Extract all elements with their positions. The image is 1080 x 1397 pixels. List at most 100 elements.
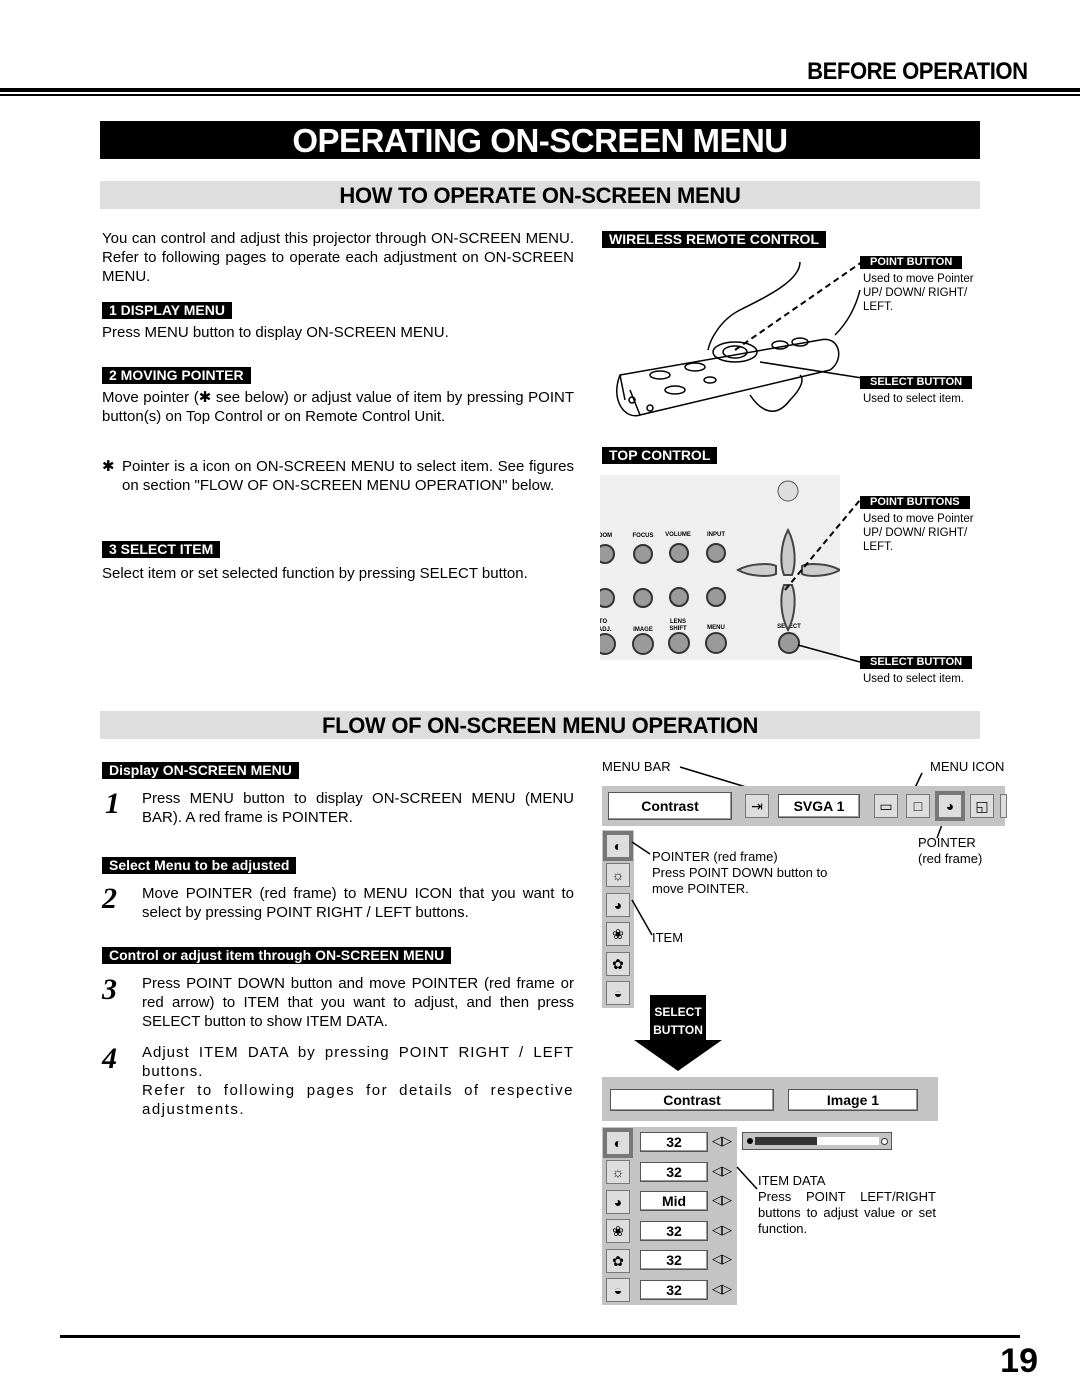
- pointer-item-callout: POINTER (red frame): [652, 849, 778, 864]
- color-temp-icon[interactable]: ◕: [606, 893, 630, 917]
- step-text-select-item: Select item or set selected function by …: [102, 565, 528, 582]
- flow-step-4-text: Adjust ITEM DATA by pressing POINT RIGHT…: [142, 1044, 574, 1080]
- item-data-list: ◐ ☼ ◕ ❀ ✿ ◒ 32 32 Mid 32 32 32 ◁▷ ◁▷ ◁▷ …: [602, 1127, 737, 1305]
- step-label-moving-pointer: 2 MOVING POINTER: [102, 367, 251, 384]
- remote-select-button-desc: Used to select item.: [863, 393, 964, 405]
- item-value-contrast: 32: [640, 1132, 708, 1152]
- header-rule-thin: [0, 94, 1080, 96]
- svg-text:SHIFT: SHIFT: [669, 626, 687, 632]
- input-icon[interactable]: ⇥: [745, 794, 769, 818]
- top-point-buttons-desc: Used to move Pointer UP/ DOWN/ RIGHT/ LE…: [863, 513, 974, 553]
- select-button-arrow-text: SELECT BUTTON: [653, 1005, 703, 1037]
- step-number-1: 1: [105, 787, 120, 820]
- adjust-arrows-icon[interactable]: ◁▷: [712, 1133, 732, 1149]
- item-value-tint: 32: [640, 1250, 708, 1270]
- step-label-display-menu: 1 DISPLAY MENU: [102, 302, 232, 319]
- label-zoom: OOM: [600, 533, 612, 539]
- color-temp-icon[interactable]: ◕: [606, 1190, 630, 1214]
- page-title: OPERATING ON-SCREEN MENU: [100, 121, 980, 159]
- pointer-callout: POINTER (red frame): [918, 835, 982, 867]
- intro-text: You can control and adjust this projecto…: [102, 230, 574, 285]
- asterisk-icon: ✱: [102, 458, 115, 475]
- submenu-item-name: Contrast: [610, 1089, 774, 1111]
- flow-label-select-menu: Select Menu to be adjusted: [102, 857, 297, 874]
- pointer-callout-text: POINTER (red frame): [918, 835, 983, 866]
- pointer-item-desc: Press POINT DOWN button to move POINTER.: [652, 865, 828, 896]
- contrast-icon[interactable]: ◐: [603, 1128, 633, 1158]
- remote-point-button-desc: Used to move Pointer UP/ DOWN/ RIGHT/ LE…: [863, 273, 974, 313]
- top-select-button-label: SELECT BUTTON: [860, 656, 973, 669]
- color-icon[interactable]: ❀: [606, 922, 630, 946]
- item-data-desc: Press POINT LEFT/RIGHT buttons to adjust…: [758, 1189, 936, 1236]
- label-image: IMAGE: [633, 627, 653, 633]
- flow-step-4-note: Refer to following pages for details of …: [142, 1082, 574, 1118]
- remote-select-button-label: SELECT BUTTON: [860, 376, 973, 389]
- color-icon[interactable]: ❀: [606, 1219, 630, 1243]
- flow-step-2-text: Move POINTER (red frame) to MENU ICON th…: [142, 885, 574, 921]
- contrast-icon[interactable]: ◐: [603, 831, 633, 861]
- item-callout: ITEM: [652, 930, 684, 945]
- image-select-icon[interactable]: ◱: [970, 794, 994, 818]
- page-number: 19: [1000, 1342, 1038, 1380]
- step-number-3: 3: [102, 973, 117, 1006]
- submenu-bar: Contrast Image 1: [602, 1077, 938, 1121]
- tint-icon[interactable]: ✿: [606, 952, 630, 976]
- value-slider[interactable]: [742, 1132, 892, 1150]
- flow-label-display: Display ON-SCREEN MENU: [102, 762, 299, 779]
- label-lens: LENS: [670, 619, 686, 625]
- brightness-icon[interactable]: ☼: [606, 863, 630, 887]
- slider-min-dot: [747, 1138, 753, 1144]
- item-value-color: 32: [640, 1221, 708, 1241]
- flow-label-control: Control or adjust item through ON-SCREEN…: [102, 947, 452, 964]
- flow-step-3-text: Press POINT DOWN button and move POINTER…: [142, 975, 574, 1030]
- slider-max-dot: [881, 1138, 888, 1145]
- sharpness-icon[interactable]: ◒: [606, 1278, 630, 1302]
- slider-fill: [755, 1137, 817, 1145]
- step-label-select-item: 3 SELECT ITEM: [102, 541, 221, 558]
- label-auto: TO: [600, 619, 607, 625]
- section-title-how-to: HOW TO OPERATE ON-SCREEN MENU: [100, 181, 980, 209]
- adjust-arrows-icon[interactable]: ◁▷: [712, 1281, 732, 1297]
- image-adjust-icon[interactable]: ◕: [935, 791, 965, 821]
- section-header: BEFORE OPERATION: [807, 58, 1029, 85]
- more-icon[interactable]: [1000, 794, 1007, 818]
- menu-bar: Contrast ⇥ SVGA 1 ▭ □ ◕ ◱: [602, 786, 1007, 826]
- item-value-sharpness: 32: [640, 1280, 708, 1300]
- point-left-button: [736, 563, 777, 577]
- adjust-arrows-icon[interactable]: ◁▷: [712, 1192, 732, 1208]
- adjust-arrows-icon[interactable]: ◁▷: [712, 1251, 732, 1267]
- step-text-display-menu: Press MENU button to display ON-SCREEN M…: [102, 324, 449, 341]
- flow-step-1-text: Press MENU button to display ON-SCREEN M…: [142, 790, 574, 826]
- pointer-note: Pointer is a icon on ON-SCREEN MENU to s…: [122, 458, 574, 494]
- tint-icon[interactable]: ✿: [606, 1249, 630, 1273]
- submenu-mode: Image 1: [788, 1089, 918, 1111]
- top-control-label: TOP CONTROL: [602, 447, 718, 464]
- item-value-color-temp: Mid: [640, 1191, 708, 1211]
- top-control-leaders: [784, 499, 861, 663]
- remote-point-button-label: POINT BUTTON: [860, 256, 963, 269]
- header-rule: [0, 88, 1080, 92]
- adjust-arrows-icon[interactable]: ◁▷: [712, 1163, 732, 1179]
- menu-bar-item-name: Contrast: [608, 792, 732, 820]
- point-button-leader: [734, 261, 863, 351]
- footer-rule: [60, 1335, 1020, 1338]
- top-select-button-desc: Used to select item.: [863, 673, 964, 685]
- sharpness-icon[interactable]: ◒: [606, 981, 630, 1005]
- computer-icon[interactable]: ▭: [874, 794, 898, 818]
- item-value-brightness: 32: [640, 1162, 708, 1182]
- menu-bar-source: SVGA 1: [778, 794, 860, 818]
- remote-label: WIRELESS REMOTE CONTROL: [602, 231, 826, 248]
- label-focus: FOCUS: [633, 533, 654, 539]
- slider-track: [755, 1137, 879, 1145]
- top-point-buttons-label: POINT BUTTONS: [860, 496, 970, 509]
- label-input: INPUT: [707, 532, 725, 538]
- label-menu: MENU: [707, 625, 725, 631]
- step-number-4: 4: [102, 1042, 117, 1075]
- brightness-icon[interactable]: ☼: [606, 1160, 630, 1184]
- adjust-arrows-icon[interactable]: ◁▷: [712, 1222, 732, 1238]
- step-text-moving-pointer: Move pointer (✱ see below) or adjust val…: [102, 389, 574, 425]
- section-title-flow: FLOW OF ON-SCREEN MENU OPERATION: [100, 711, 980, 739]
- item-data-callout: ITEM DATA: [758, 1173, 826, 1188]
- svg-text:: ADJ.: : ADJ.: [600, 627, 612, 633]
- screen-icon[interactable]: □: [906, 794, 930, 818]
